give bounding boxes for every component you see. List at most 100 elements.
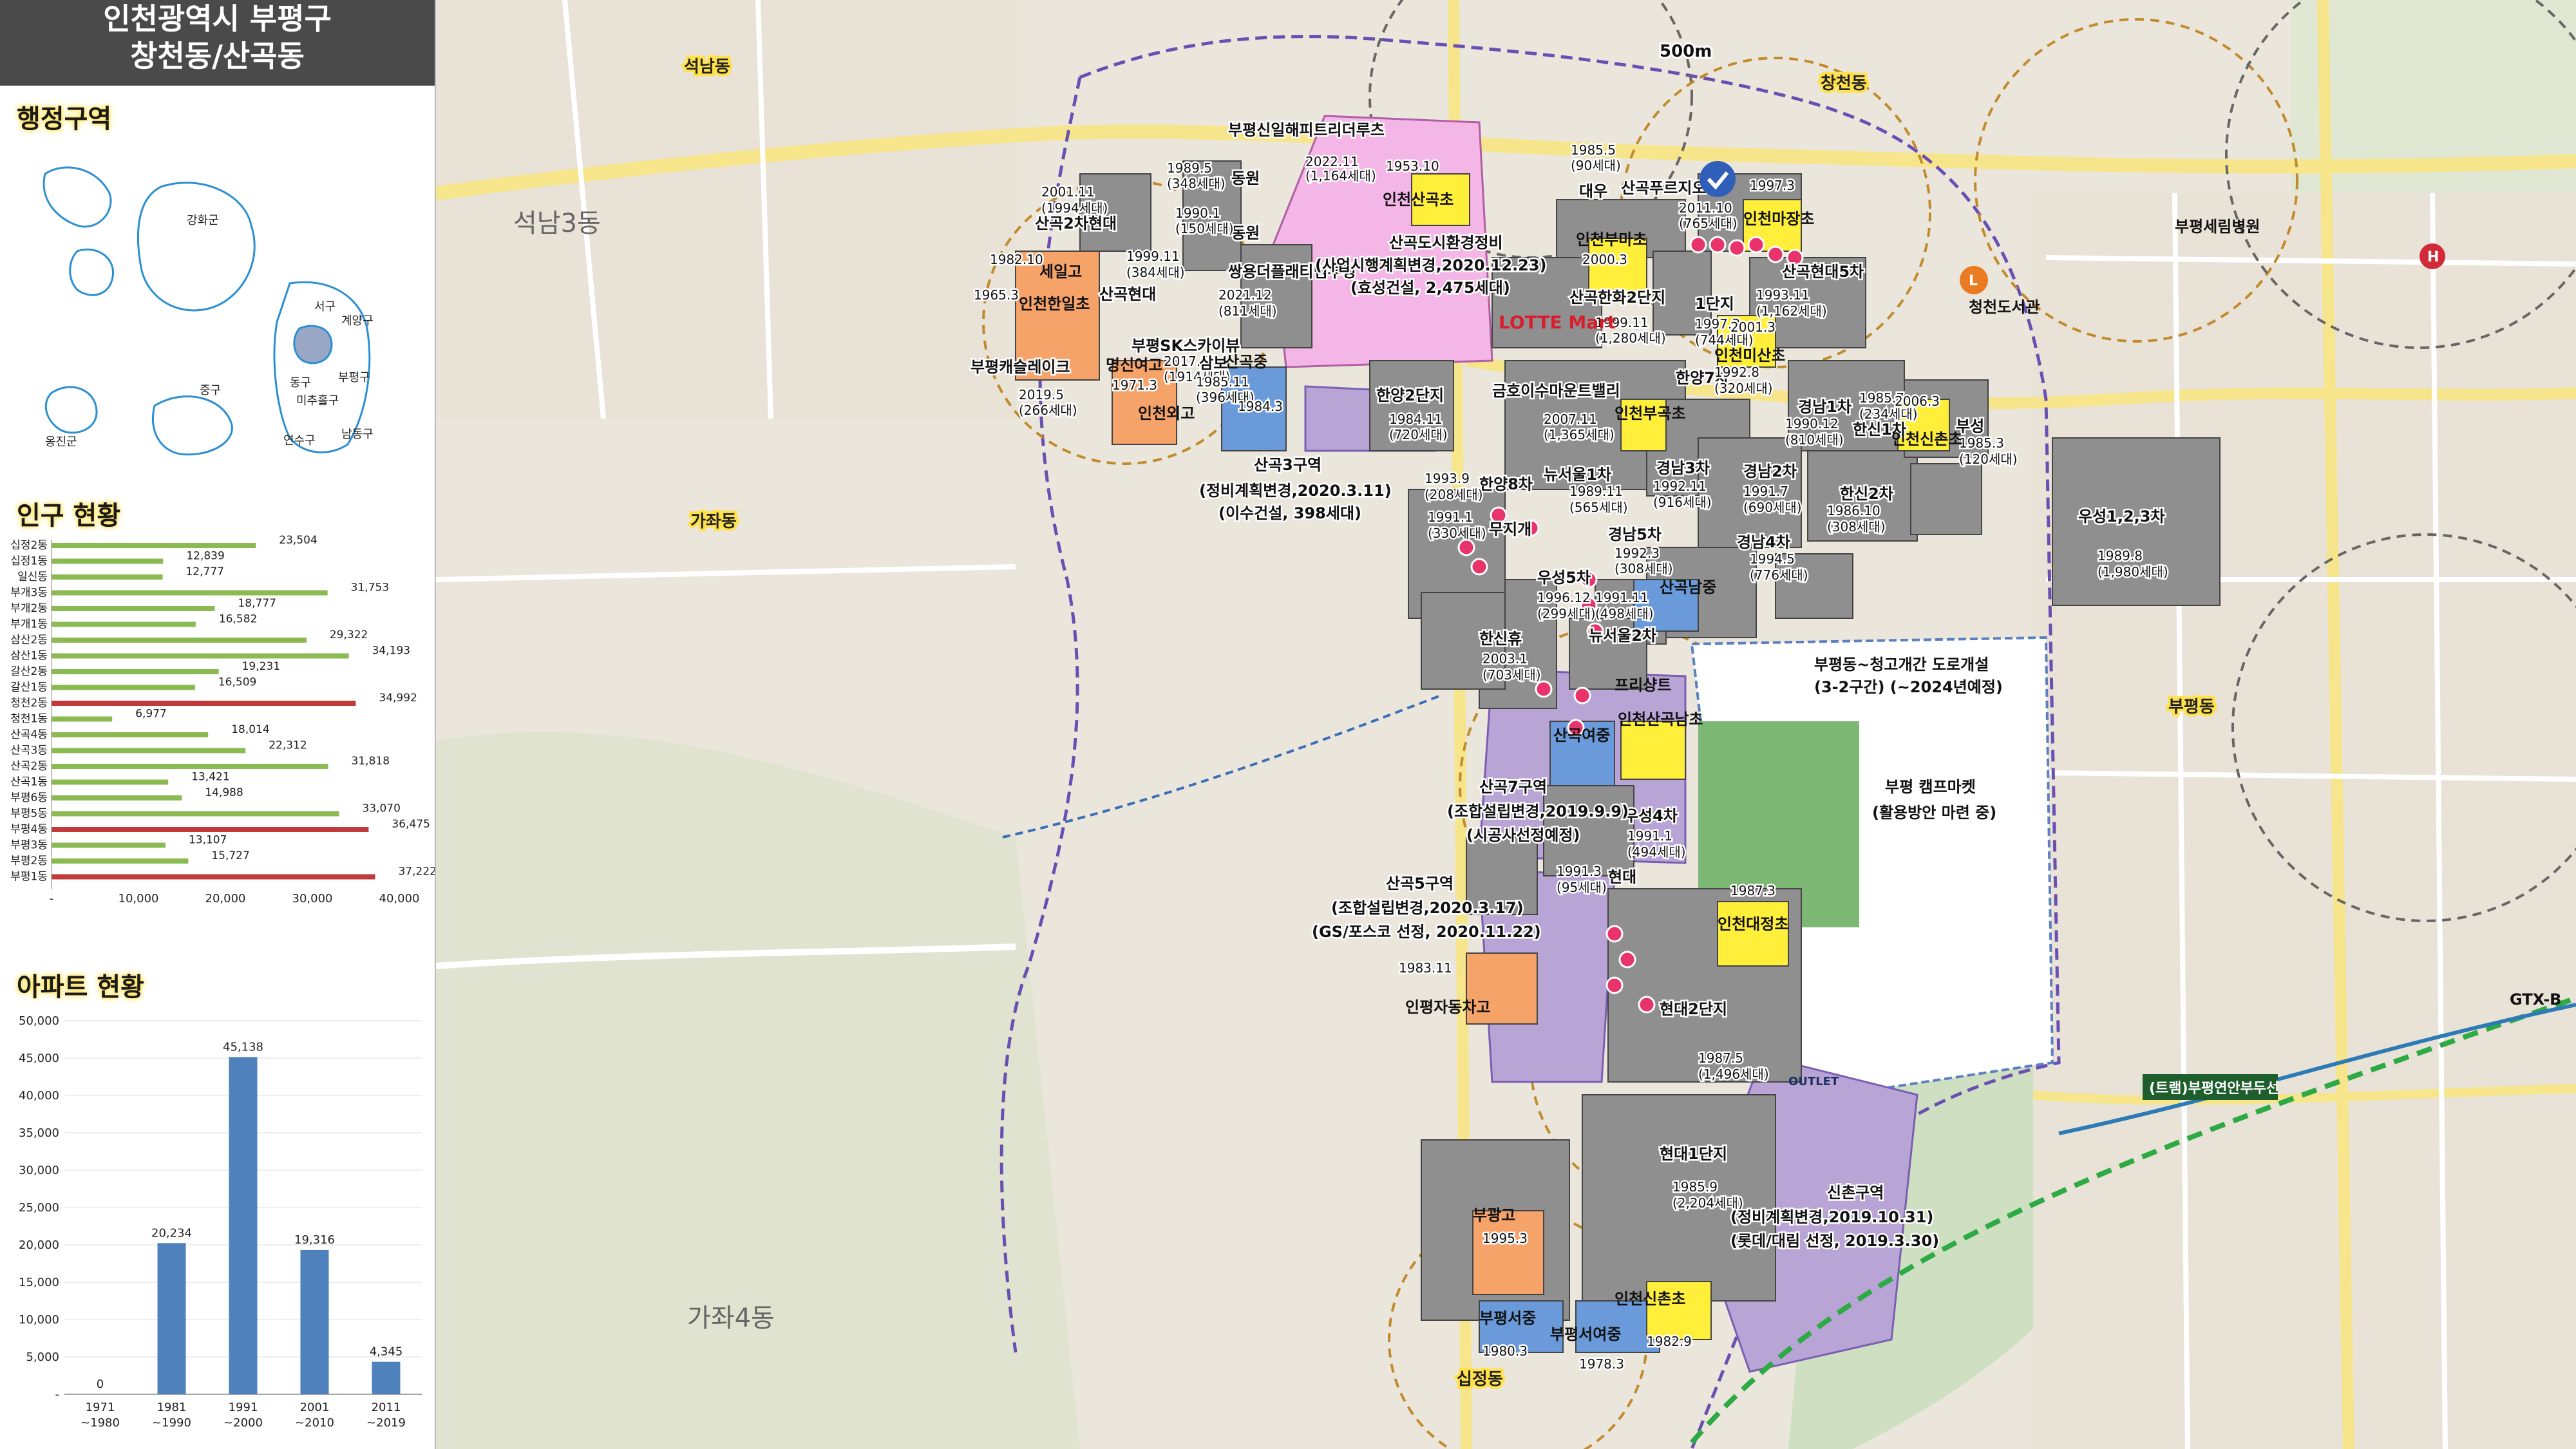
apt-hanyang2-year: 1984.11 [1389, 412, 1443, 427]
apt-hanyang2-units: (720세대) [1389, 427, 1448, 442]
pop-value-label: 18,777 [238, 597, 276, 610]
prisaud-label: 프리샹트 [1615, 676, 1671, 694]
pop-bar [52, 590, 328, 596]
svg-text:L: L [1969, 273, 1978, 289]
pop-value-label: 36,475 [392, 818, 430, 831]
apt-rainbow-units: (330세대) [1428, 526, 1486, 541]
pop-category-label: 부개1동 [10, 618, 48, 631]
school-sangok-nam-cho: 인천산곡남초 [1618, 710, 1703, 728]
apt-sangok-hyundai-name: 산곡현대 [1099, 285, 1156, 303]
urban-area-east [2033, 193, 2576, 1449]
project-sangok3-d2: (이수건설, 398세대) [1218, 504, 1361, 522]
apt-dongwon2-units: (150세대) [1175, 221, 1234, 236]
project-sangok7-name: 산곡7구역 [1479, 778, 1547, 796]
apt-hanshinhue-name: 한신휴 [1479, 630, 1522, 648]
pop-bar [52, 716, 113, 722]
apt-hanwha-name: 산곡한화2단지 [1569, 289, 1665, 307]
apt-woosung4-name: 우성4차 [1624, 807, 1678, 825]
info-sidebar: 인천광역시 부평구 창천동/산곡동 행정구역 강화군 서구 계양구 중구 동구 … [0, 0, 436, 1449]
project-sangok7-d1: (조합설립변경,2019.9.9) [1447, 802, 1629, 820]
apt-ytick-label: 20,000 [19, 1238, 59, 1252]
admin-label-gyeyang: 계양구 [341, 314, 374, 328]
apt-category-label: ~2000 [223, 1416, 263, 1430]
apt-hyundai2-units: (1,496세대) [1698, 1066, 1769, 1082]
apt-hyundai2-name: 현대2단지 [1660, 1000, 1727, 1018]
apt-gyeongnam4-units: (776세대) [1750, 567, 1808, 583]
apt-bar [300, 1249, 329, 1394]
apt-category-label: ~2010 [295, 1416, 334, 1430]
admin-label-michuhol: 미추홀구 [296, 394, 339, 408]
hospital-label: 부평세림병원 [2175, 218, 2260, 236]
admin-label-donggu: 동구 [290, 376, 311, 390]
apt-hanyang8-units: (208세대) [1425, 487, 1483, 502]
pop-value-label: 19,231 [242, 660, 280, 673]
apt-value-label: 45,138 [223, 1040, 263, 1054]
apt-woosung5-name: 우성5차 [1537, 569, 1591, 587]
area-map: 석남동 창천동 가좌동 부평동 석남3동 가좌4동 십정동 500m 산곡2차현… [436, 0, 2576, 1449]
apt-ytick-label: - [55, 1388, 60, 1401]
ganghwa-island [137, 182, 256, 312]
admin-label-namdong: 남동구 [341, 428, 374, 441]
apt-sangok2-year: 2001.11 [1041, 184, 1095, 200]
pop-bar [52, 621, 196, 627]
pop-bar [52, 543, 256, 548]
title-box: 인천광역시 부평구 창천동/산곡동 [0, 0, 435, 86]
pop-value-label: 33,070 [362, 802, 400, 815]
pop-value-label: 12,839 [186, 550, 224, 563]
apt-hanshin2-name: 한신2차 [1840, 485, 1893, 503]
pop-bar [52, 874, 375, 880]
pop-value-label: 22,312 [269, 739, 307, 752]
district-label-gajwa4: 가좌4동 [687, 1303, 775, 1333]
population-chart: 십정2동 23,504 십정1동 12,839 일신동 12,777 부개3동 31,753 부… [10, 534, 435, 905]
apt-woosung5-units: (299세대) [1537, 606, 1596, 621]
school-sangok-yeojung: 산곡여중 [1553, 726, 1610, 744]
apt-castle-name: 부평캐슬레이크 [971, 358, 1070, 376]
apt-woosung4-year: 1991.1 [1627, 828, 1672, 844]
apt-buseong-units: (120세대) [1959, 451, 2018, 467]
apt-ytick-label: 10,000 [19, 1313, 59, 1327]
apt-ytick-label: 50,000 [19, 1014, 59, 1028]
pop-xtick-label: 30,000 [292, 892, 333, 905]
school-sinchon-cho: 인천신촌초 [1891, 430, 1962, 448]
apt-sangok-hyundai-year: 1999.11 [1126, 249, 1180, 264]
gtx-label: GTX-B [2510, 990, 2561, 1009]
apt-bar [372, 1361, 401, 1394]
apt-woosung4-units: (494세대) [1627, 844, 1686, 860]
apt-gyeongnam5-year: 1992.3 [1615, 545, 1660, 561]
apt-value-label: 19,316 [294, 1233, 335, 1247]
road-plan-sublabel: (3-2구간) (~2024년예정) [1814, 678, 2003, 696]
project-sinchon-d2: (롯데/대림 선정, 2019.3.30) [1730, 1232, 1939, 1250]
admin-district-map: 강화군 서구 계양구 중구 동구 부평구 미추홀구 옹진군 연수구 남동구 [43, 166, 374, 456]
pop-bar [52, 685, 195, 690]
apt-hanshin2-year: 1986.10 [1827, 503, 1880, 518]
apt-daewoo-year: 1985.5 [1571, 142, 1616, 158]
pop-xtick-label: 10,000 [118, 892, 159, 905]
district-label-gajwa: 가좌동 [690, 512, 737, 531]
school-hanil-cho-year: 1982.10 [990, 252, 1043, 267]
apt-bar [157, 1243, 186, 1394]
apt-newseoul2-units: (498세대) [1595, 606, 1654, 621]
yeongjong-island [151, 395, 233, 456]
pop-category-label: 부평4동 [10, 823, 48, 836]
pop-category-label: 부평6동 [10, 791, 48, 804]
pop-category-label: 일신동 [17, 571, 48, 583]
pop-category-label: 산곡2동 [10, 760, 48, 773]
apt-category-label: 1991 [229, 1401, 258, 1414]
apt-kumho-name: 금호이수마운트밸리 [1492, 382, 1620, 400]
school-misan-cho-year: 2001.3 [1730, 319, 1776, 335]
pop-bar [52, 811, 339, 817]
subway-label: (트램)부평연안부두선 [2149, 1081, 2279, 1097]
apt-hyundai-year: 1991.3 [1557, 864, 1602, 879]
apt-woosung5-year: 1996.12 [1537, 590, 1591, 605]
pop-bar [52, 653, 349, 659]
library-icon: L [1960, 266, 1988, 294]
pop-value-label: 16,509 [218, 676, 256, 689]
apt-sk-name: 부평SK스카이뷰 [1132, 337, 1240, 355]
apt-woosung123-name: 우성1,2,3차 [2078, 507, 2165, 526]
apt-hyundai1-name: 현대1단지 [1660, 1145, 1727, 1163]
project-sangok3-d1: (정비계획변경,2020.3.11) [1199, 482, 1392, 500]
pop-bar [52, 574, 163, 580]
ongjin-islands [44, 386, 98, 434]
pop-value-label: 16,582 [219, 613, 257, 626]
pop-value-label: 14,988 [205, 786, 243, 799]
